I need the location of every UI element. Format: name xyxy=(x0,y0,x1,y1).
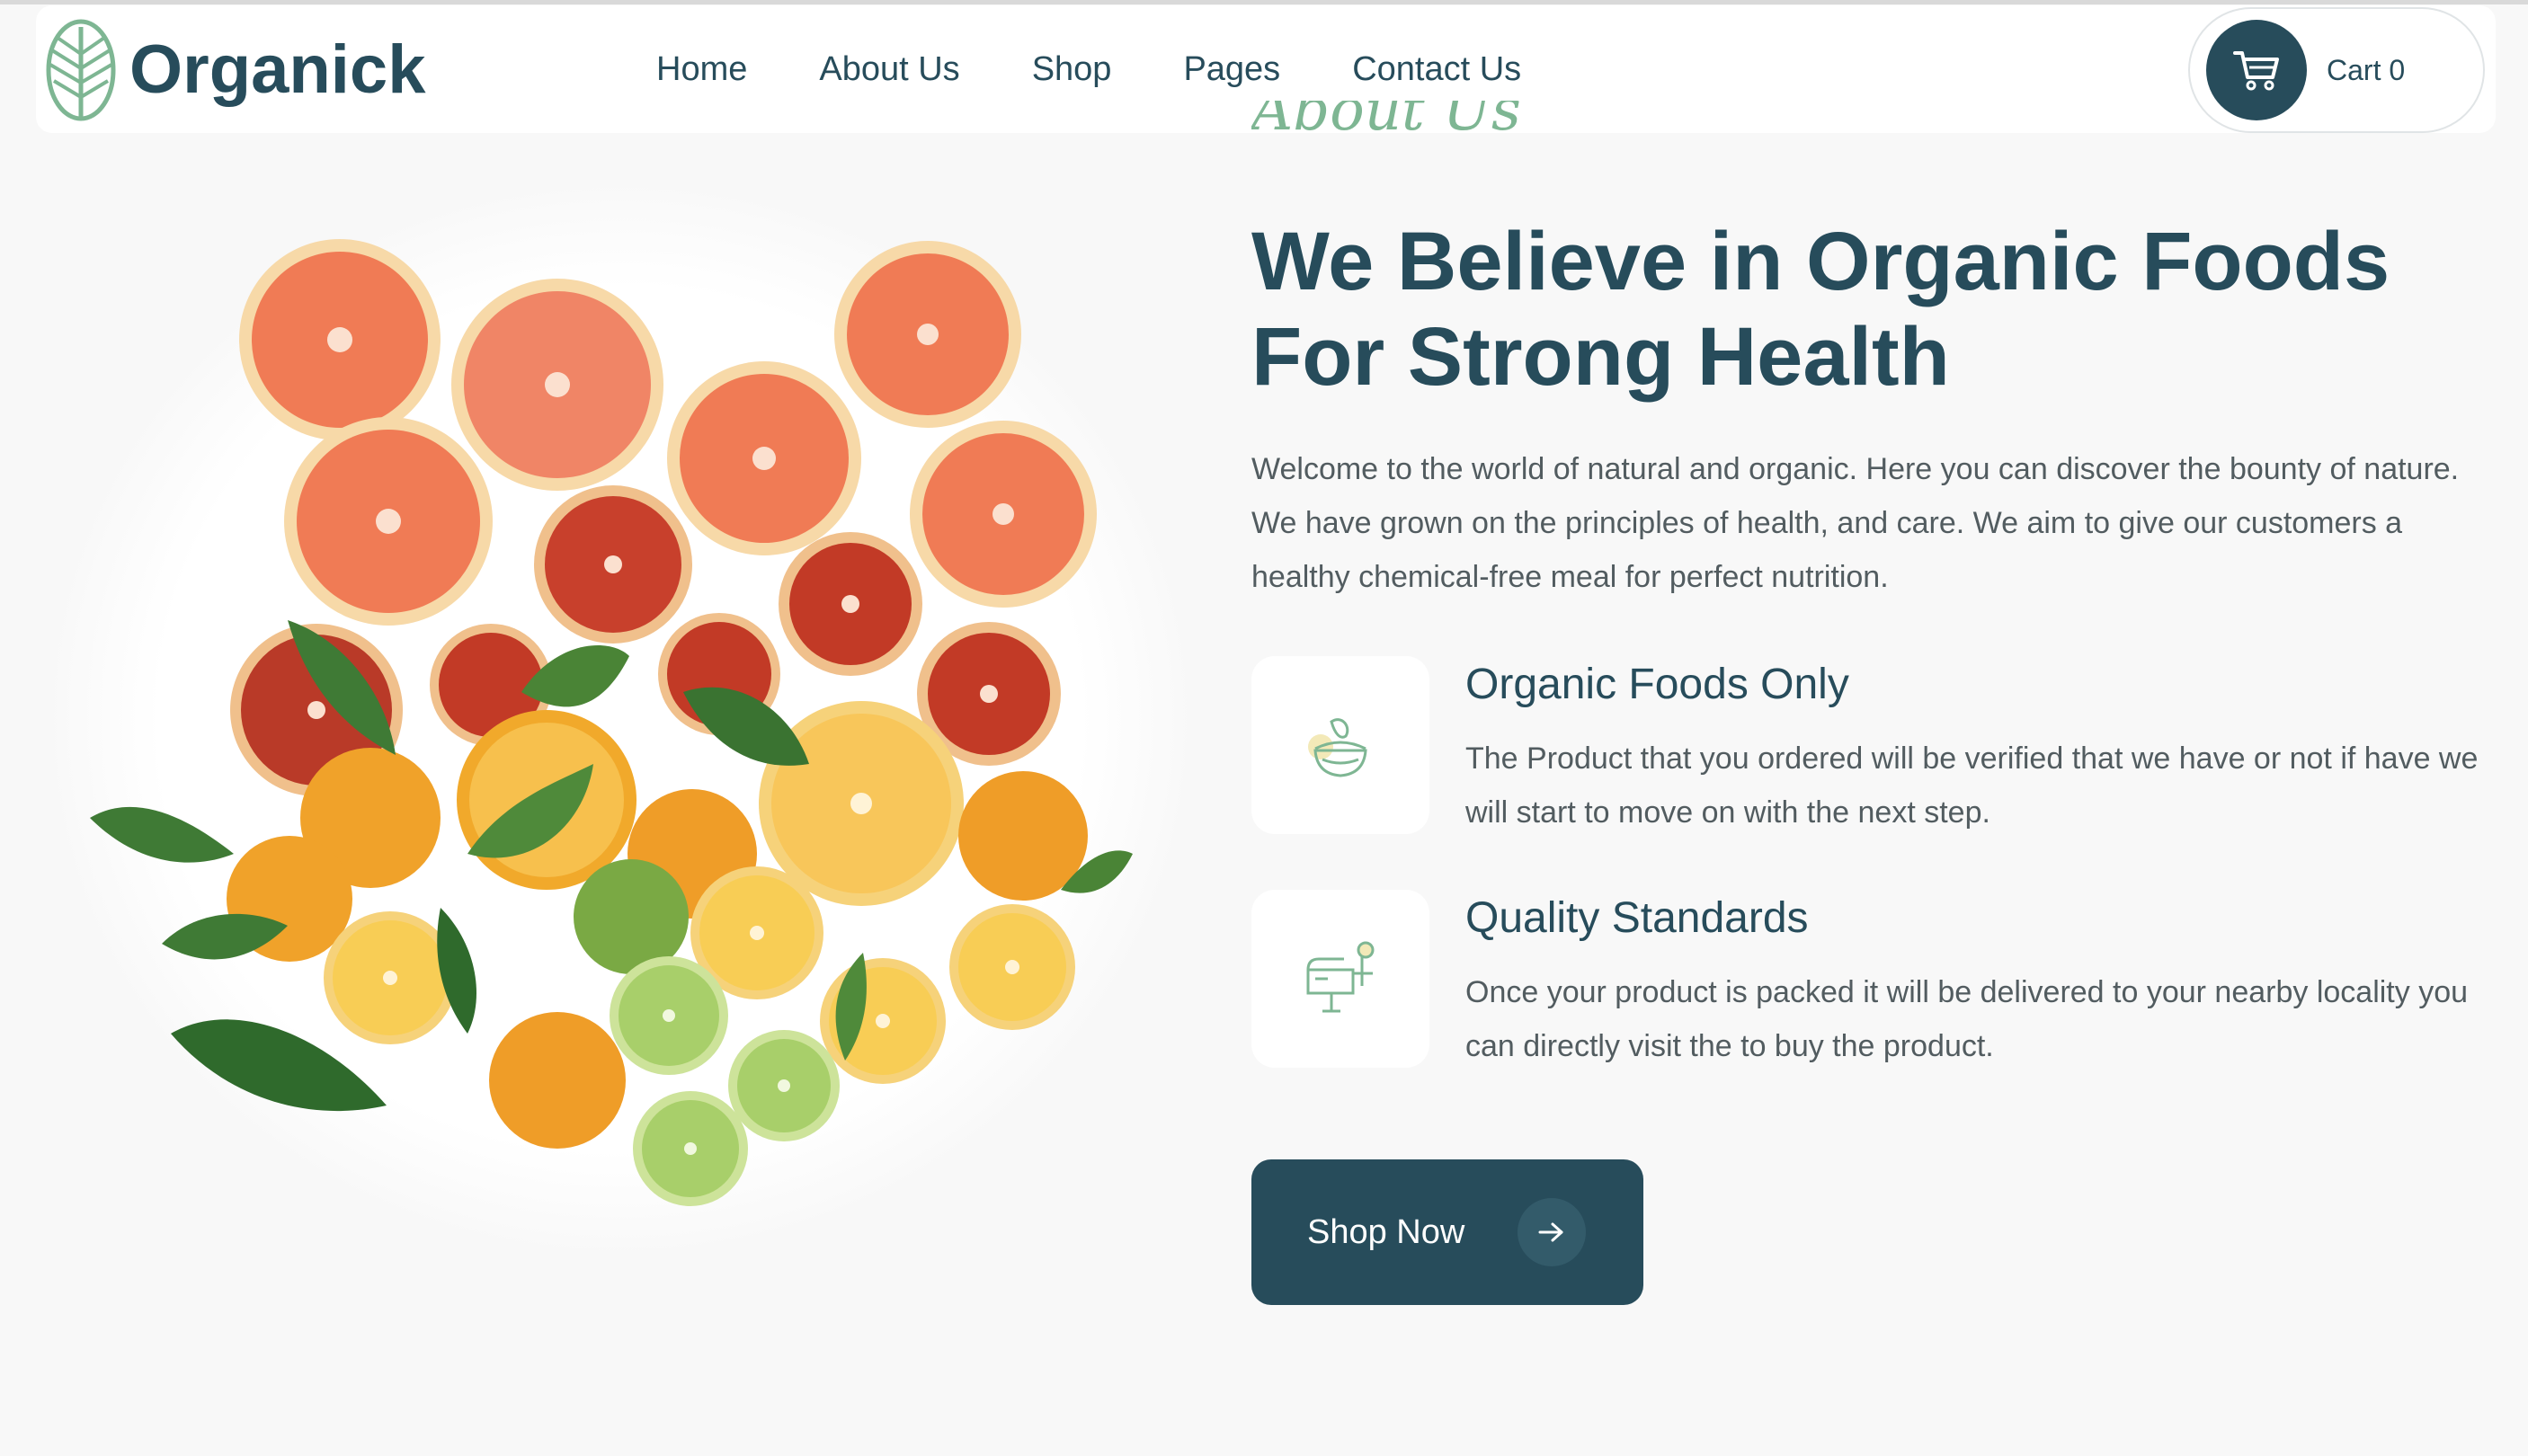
shop-now-label: Shop Now xyxy=(1307,1212,1465,1251)
feature-organic-foods: Organic Foods Only The Product that you … xyxy=(1251,656,2510,836)
nav-contact-us[interactable]: Contact Us xyxy=(1352,50,1521,89)
nav-pages[interactable]: Pages xyxy=(1183,50,1280,89)
feature-title: Quality Standards xyxy=(1465,894,1809,942)
nav-shop[interactable]: Shop xyxy=(1032,50,1112,89)
cart-button[interactable]: Cart 0 xyxy=(2188,7,2485,133)
section-eyebrow: About Us xyxy=(1251,101,1521,164)
section-intro: Welcome to the world of natural and orga… xyxy=(1251,452,2460,594)
brand-logo[interactable]: Organick xyxy=(45,16,425,124)
browser-top-border xyxy=(0,0,2528,4)
feature-description: Once your product is packed it will be d… xyxy=(1465,975,2469,1063)
cart-icon-badge xyxy=(2206,20,2307,120)
shop-now-button[interactable]: Shop Now xyxy=(1251,1159,1643,1305)
salad-bowl-icon xyxy=(1308,718,1367,777)
feature-quality-standards: Quality Standards Once your product is p… xyxy=(1251,890,2510,1070)
cart-label: Cart 0 xyxy=(2327,53,2406,86)
feature-title: Organic Foods Only xyxy=(1465,661,1849,708)
citrus-fruits-image xyxy=(54,180,1196,1258)
section-headline: We Believe in Organic Foods For Strong H… xyxy=(1251,216,2390,403)
shopping-cart-icon xyxy=(2233,51,2279,91)
feature-description: The Product that you ordered will be ver… xyxy=(1465,741,2479,830)
mailbox-icon xyxy=(1306,941,1375,1013)
feature-icon-box xyxy=(1251,656,1429,834)
nav-about-us[interactable]: About Us xyxy=(819,50,959,89)
eyebrow-text: About Us xyxy=(1251,101,1521,144)
leaf-logo-icon xyxy=(46,19,116,121)
nav-home[interactable]: Home xyxy=(656,50,747,89)
arrow-right-icon xyxy=(1518,1198,1586,1266)
brand-name: Organick xyxy=(129,31,426,108)
feature-icon-box xyxy=(1251,890,1429,1068)
